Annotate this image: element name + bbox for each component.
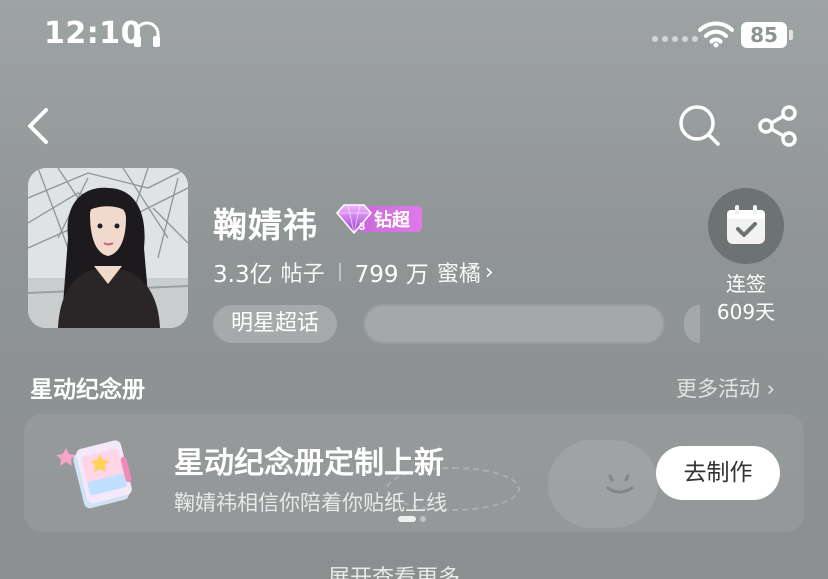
calendar-check-icon	[727, 205, 765, 244]
headphones-icon	[134, 21, 160, 47]
posts-label: 帖子	[280, 262, 325, 287]
battery-indicator: 85	[741, 22, 787, 48]
checkin-label: 连签 609天	[700, 270, 792, 326]
back-button[interactable]	[20, 104, 56, 148]
smiley-icon	[606, 474, 634, 494]
more-activities-link[interactable]: 更多活动 ›	[676, 373, 775, 403]
signal-dots-icon	[652, 36, 698, 42]
fans-count[interactable]: 799 万	[355, 255, 429, 289]
tag-star-topic[interactable]: 明星超话	[213, 305, 338, 343]
checkin-text: 连签	[726, 272, 766, 296]
section-title: 星动纪念册	[30, 377, 145, 403]
share-icon[interactable]	[756, 104, 800, 148]
expand-more-link[interactable]: 展开查看更多 ⌄	[328, 560, 485, 579]
status-time: 12:10	[44, 16, 142, 51]
profile-stats: 3.3亿 帖子 799 万 蜜橘 ›	[213, 255, 494, 289]
wifi-icon	[698, 21, 734, 48]
badge-level: 3	[359, 221, 365, 233]
checkin-button[interactable]	[708, 188, 784, 264]
decorative-dashed-oval	[386, 467, 520, 511]
search-icon[interactable]	[676, 102, 722, 148]
blurred-tag[interactable]	[364, 305, 664, 343]
pager-dot	[420, 516, 426, 522]
carousel-pager	[398, 516, 426, 522]
checkin-days: 609天	[716, 300, 776, 324]
battery-tip	[789, 30, 793, 40]
pager-dot-active	[398, 516, 416, 522]
decorative-smiley-shape	[548, 440, 658, 528]
avatar[interactable]	[28, 168, 188, 328]
avatar-photo	[28, 168, 188, 328]
blurred-tag-partial[interactable]	[684, 305, 700, 343]
posts-count: 3.3亿	[213, 262, 273, 288]
stats-divider	[338, 263, 341, 281]
fans-label[interactable]: 蜜橘	[437, 256, 481, 288]
profile-name: 鞠婧祎	[213, 206, 318, 246]
go-make-button[interactable]: 去制作	[656, 446, 780, 500]
sticker-album-icon	[56, 440, 132, 509]
chevron-right-icon[interactable]: ›	[485, 260, 494, 285]
badge-text: 钻超	[374, 210, 410, 231]
